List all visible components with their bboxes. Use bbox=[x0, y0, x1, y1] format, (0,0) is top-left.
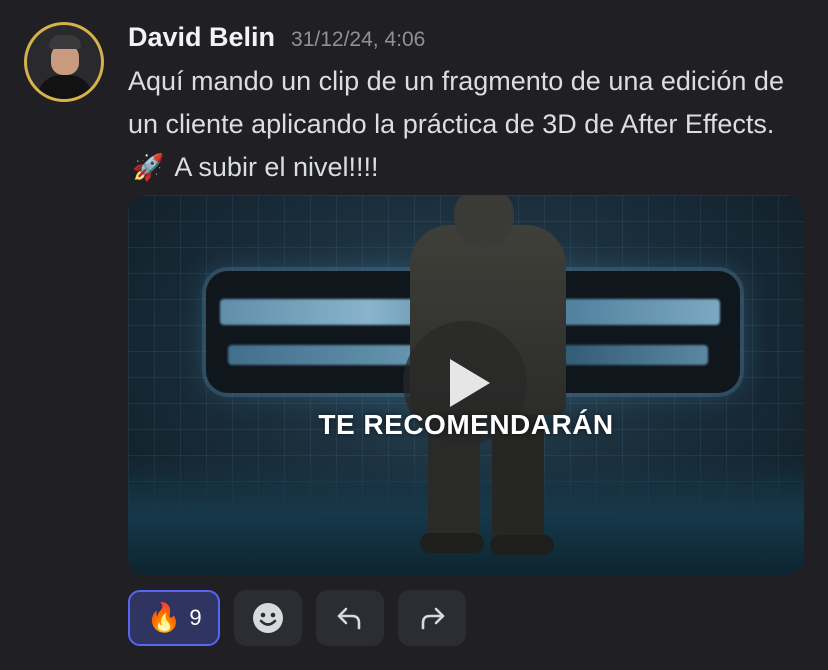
add-reaction-icon bbox=[253, 603, 283, 633]
add-reaction-button[interactable] bbox=[234, 590, 302, 646]
message: David Belin 31/12/24, 4:06 Aquí mando un… bbox=[0, 0, 828, 670]
message-timestamp: 31/12/24, 4:06 bbox=[291, 28, 426, 51]
video-attachment[interactable]: TE RECOMENDARÁN bbox=[128, 195, 804, 575]
message-text-end: A subir el nivel!!!! bbox=[174, 152, 379, 182]
avatar[interactable] bbox=[24, 22, 104, 102]
fire-icon: 🔥 bbox=[146, 602, 182, 633]
author-name[interactable]: David Belin bbox=[128, 22, 275, 53]
video-caption: TE RECOMENDARÁN bbox=[318, 409, 614, 440]
reply-icon bbox=[337, 607, 361, 630]
message-content: Aquí mando un clip de un fragmento de un… bbox=[128, 60, 818, 189]
message-header: David Belin 31/12/24, 4:06 bbox=[128, 22, 425, 56]
forward-button[interactable] bbox=[398, 590, 466, 646]
message-text: Aquí mando un clip de un fragmento de un… bbox=[128, 66, 784, 139]
reply-button[interactable] bbox=[316, 590, 384, 646]
rocket-emoji: 🚀 bbox=[132, 152, 165, 182]
reaction-count: 9 bbox=[189, 605, 202, 630]
forward-icon bbox=[421, 607, 445, 630]
avatar-photo bbox=[27, 25, 101, 99]
reaction-fire[interactable]: 🔥 9 bbox=[128, 590, 220, 646]
reaction-bar: 🔥 9 bbox=[128, 590, 466, 646]
play-icon bbox=[450, 359, 490, 407]
